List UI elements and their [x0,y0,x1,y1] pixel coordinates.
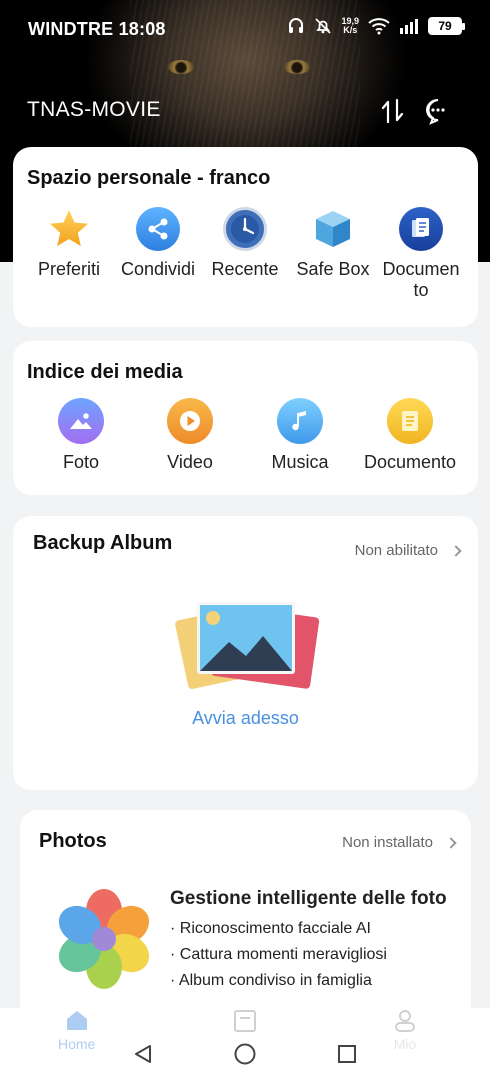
media-index-card: Indice dei media Foto Video Musica Docum… [13,341,478,495]
network-speed-unit: K/s [343,25,358,35]
media-document-label: Documento [363,452,457,472]
start-backup-button[interactable]: Avvia adesso [13,708,478,729]
photos-status-link[interactable]: Non installato [342,834,457,851]
document-icon [387,398,433,444]
system-navigation-bar [0,1028,490,1080]
carrier-time: WINDTRE 18:08 [28,19,166,39]
photos-status: Non installato [342,834,433,851]
recent-label: Recente [211,259,279,279]
play-icon [167,398,213,444]
star-icon [50,210,88,246]
backup-album-illustration [175,602,320,689]
media-video-label: Video [167,452,213,472]
home-nav-button[interactable] [234,1043,256,1070]
status-icons: 19,9 K/s 79 [287,17,465,35]
documents-label-line2: to [413,280,429,300]
media-music-label: Musica [271,452,329,472]
chat-bubble-icon [426,99,445,125]
messages-button[interactable] [421,94,455,128]
safe-box-icon [316,211,350,247]
media-photo-label: Foto [62,452,100,472]
media-video-item[interactable]: Video [140,398,240,473]
recent-item[interactable]: Recente [197,207,293,280]
documents-label: Documen to [382,259,459,301]
document-icon [399,207,443,251]
backup-status-link[interactable]: Non abilitato [354,542,462,559]
backup-album-card: Backup Album Non abilitato Avvia adesso [13,516,478,790]
device-title: TNAS-MOVIE [27,98,161,121]
safe-box-label: Safe Box [296,259,370,279]
media-music-item[interactable]: Musica [250,398,350,473]
headphones-icon [287,17,305,35]
share-label: Condividi [120,259,196,279]
favorites-item[interactable]: Preferiti [21,207,117,280]
documents-item[interactable]: Documen to [373,207,469,301]
clock-icon [223,207,267,251]
backup-status: Non abilitato [354,542,438,559]
lion-eye-left [168,60,194,74]
network-speed: 19,9 K/s [341,17,359,35]
back-button[interactable] [132,1043,154,1070]
media-document-item[interactable]: Documento [358,398,462,473]
chevron-right-icon [445,836,457,849]
backup-album-title: Backup Album [33,532,173,554]
media-photo-item[interactable]: Foto [31,398,131,473]
favorites-label: Preferiti [37,259,100,279]
share-icon [136,207,180,251]
status-bar: WINDTRE 18:08 19,9 K/s 79 [0,0,490,56]
back-triangle-icon [135,1045,151,1063]
personal-space-title: Spazio personale - franco [27,167,271,189]
photos-feature-item: · Album condiviso in famiglia [170,972,372,989]
recents-button[interactable] [337,1044,357,1069]
lion-eye-right [284,60,310,74]
photos-feature-title: Gestione intelligente delle foto [170,888,447,909]
transfer-arrows-icon [381,98,404,124]
bell-muted-icon [314,17,332,35]
photo-icon [58,398,104,444]
battery-icon: 79 [428,17,465,35]
photos-feature-list: · Riconoscimento facciale AI · Cattura m… [170,916,387,994]
share-item[interactable]: Condividi [110,207,206,280]
personal-space-card: Spazio personale - franco Preferiti Cond… [13,147,478,327]
chevron-right-icon [450,544,462,557]
recents-square-icon [338,1045,356,1063]
home-circle-icon [234,1043,256,1065]
safe-box-item[interactable]: Safe Box [285,207,381,280]
transfer-button[interactable] [376,94,410,128]
photos-title: Photos [39,830,107,852]
wifi-icon [368,17,390,35]
photos-flower-logo [58,889,150,989]
media-index-title: Indice dei media [27,361,183,383]
photos-feature-item: · Riconoscimento facciale AI [170,920,371,937]
music-icon [277,398,323,444]
signal-icon [399,18,419,34]
photos-feature-item: · Cattura momenti meravigliosi [170,946,387,963]
documents-label-line1: Documen [382,259,460,279]
